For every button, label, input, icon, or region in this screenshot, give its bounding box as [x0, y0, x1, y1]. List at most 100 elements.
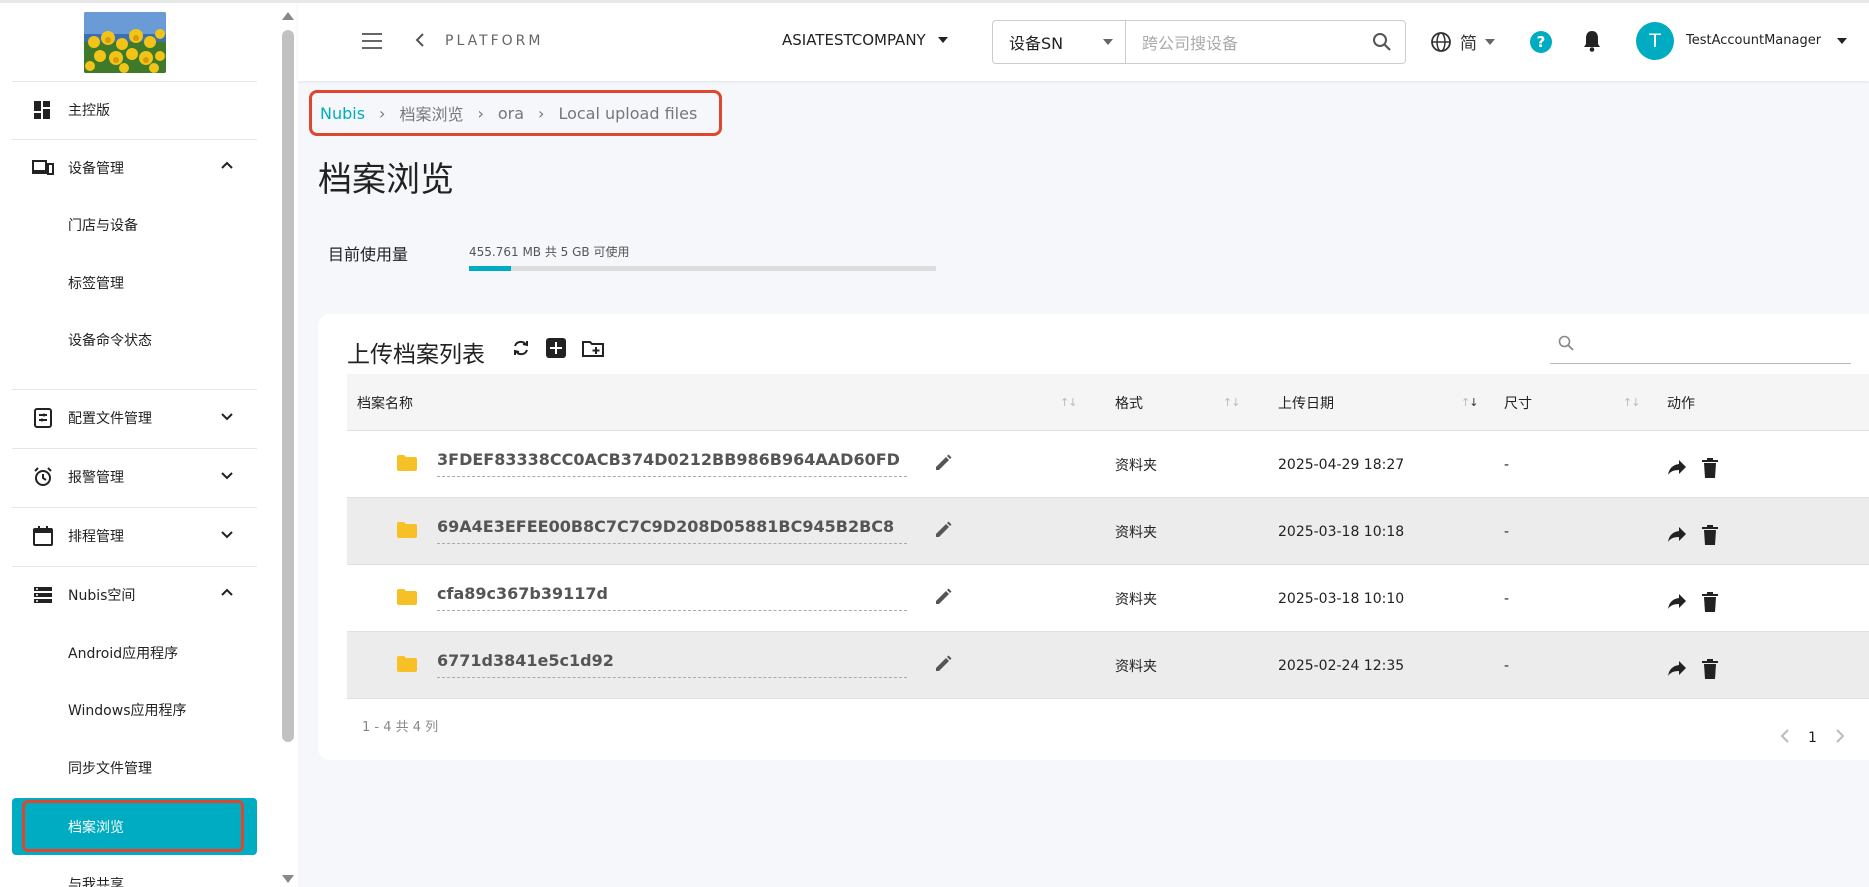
share-arrow-icon[interactable] — [1667, 459, 1687, 479]
pagination: 1 — [1780, 728, 1845, 748]
file-name-field[interactable]: 3FDEF83338CC0ACB374D0212BB986B964AAD60FD — [437, 443, 907, 477]
top-rule — [0, 0, 1869, 3]
sidebar-item-label: 设备管理 — [68, 161, 124, 177]
sidebar-item-nubis-space[interactable]: Nubis空间 — [12, 573, 257, 617]
usage-progress-fill — [469, 266, 511, 271]
column-header-format[interactable]: 格式 — [1115, 374, 1143, 431]
sidebar-item-label: 排程管理 — [68, 529, 124, 545]
upload-date: 2025-03-18 10:18 — [1278, 523, 1405, 540]
table-row[interactable]: 3FDEF83338CC0ACB374D0212BB986B964AAD60FD… — [347, 431, 1869, 498]
scroll-up-arrow-icon[interactable] — [282, 12, 294, 20]
sidebar-item-android-apps[interactable]: Android应用程序 — [12, 631, 257, 675]
sidebar-item-command-status[interactable]: 设备命令状态 — [12, 318, 257, 362]
delete-trash-icon[interactable] — [1702, 659, 1718, 683]
table-filter-input[interactable] — [1550, 322, 1851, 364]
scrollbar-thumb[interactable] — [282, 30, 294, 742]
table-row[interactable]: cfa89c367b39117d 资料夹 2025-03-18 10:10 - — [347, 565, 1869, 632]
breadcrumb-item[interactable]: 档案浏览 — [399, 101, 463, 125]
sidebar-item-file-browser[interactable]: 档案浏览 — [12, 798, 257, 855]
chevron-left-icon[interactable] — [414, 32, 426, 52]
edit-pencil-icon[interactable] — [934, 588, 952, 610]
column-header-name[interactable]: 档案名称 — [357, 374, 413, 431]
avatar-initial: T — [1649, 30, 1661, 52]
sort-icon[interactable]: ↑↓ — [1223, 396, 1240, 409]
pagination-info: 1 - 4 共 4 列 — [362, 720, 439, 735]
share-arrow-icon[interactable] — [1667, 526, 1687, 546]
sort-desc-icon[interactable]: ↑↓ — [1461, 396, 1478, 409]
sidebar-item-tag-management[interactable]: 标签管理 — [12, 261, 257, 305]
file-name: cfa89c367b39117d — [437, 584, 608, 603]
table-row[interactable]: 69A4E3EFEE00B8C7C7C9D208D05881BC945B2BC8… — [347, 498, 1869, 565]
create-folder-icon[interactable] — [582, 339, 604, 361]
share-arrow-icon[interactable] — [1667, 660, 1687, 680]
delete-trash-icon[interactable] — [1702, 525, 1718, 549]
user-menu[interactable]: TestAccountManager — [1686, 33, 1848, 48]
sidebar-item-config-files[interactable]: 配置文件管理 — [12, 396, 257, 440]
share-arrow-icon[interactable] — [1667, 593, 1687, 613]
sidebar-item-stores-devices[interactable]: 门店与设备 — [12, 203, 257, 247]
edit-pencil-icon[interactable] — [934, 521, 952, 543]
add-file-icon[interactable] — [546, 338, 566, 362]
sidebar-item-alarm-management[interactable]: 报警管理 — [12, 455, 257, 499]
sidebar-item-label: 标签管理 — [68, 276, 124, 292]
sidebar-item-device-management[interactable]: 设备管理 — [12, 146, 257, 190]
platform-label[interactable]: PLATFORM — [445, 33, 543, 49]
next-page-icon[interactable] — [1835, 728, 1845, 748]
file-name: 69A4E3EFEE00B8C7C7C9D208D05881BC945B2BC8 — [437, 517, 895, 536]
usage-text: 455.761 MB 共 5 GB 可使用 — [469, 245, 630, 259]
scroll-down-arrow-icon[interactable] — [282, 875, 294, 883]
prev-page-icon[interactable] — [1780, 728, 1790, 748]
breadcrumb: Nubis › 档案浏览 › ora › Local upload files — [309, 90, 722, 136]
delete-trash-icon[interactable] — [1702, 592, 1718, 616]
caret-down-icon — [1485, 38, 1495, 45]
device-search: 设备SN 跨公司搜设备 — [992, 20, 1406, 64]
file-name-field[interactable]: cfa89c367b39117d — [437, 577, 907, 611]
search-type-select[interactable]: 设备SN — [993, 21, 1126, 63]
sidebar-item-sync-files[interactable]: 同步文件管理 — [12, 746, 257, 790]
sidebar-item-label: 与我共享 — [68, 877, 124, 887]
sidebar-item-label: 门店与设备 — [68, 218, 138, 234]
sidebar-item-shared-with-me[interactable]: 与我共享 — [12, 862, 257, 887]
breadcrumb-item[interactable]: ora — [498, 104, 524, 123]
column-header-date[interactable]: 上传日期 — [1278, 374, 1334, 431]
edit-pencil-icon[interactable] — [934, 655, 952, 677]
breadcrumb-item[interactable]: Nubis — [320, 104, 365, 123]
company-selector[interactable]: ASIATESTCOMPANY — [782, 31, 948, 49]
page-title: 档案浏览 — [318, 160, 454, 200]
chevron-down-icon — [221, 410, 233, 426]
hamburger-menu-icon[interactable] — [362, 33, 382, 49]
folder-icon — [397, 522, 417, 542]
calendar-icon — [28, 514, 58, 558]
sort-icon[interactable]: ↑↓ — [1623, 396, 1640, 409]
chevron-up-icon — [221, 160, 233, 176]
sidebar-item-label: 档案浏览 — [68, 819, 124, 836]
sidebar-scrollbar[interactable] — [278, 0, 298, 887]
language-selector[interactable]: 简 — [1430, 29, 1495, 54]
help-icon[interactable]: ? — [1530, 31, 1552, 53]
search-icon[interactable] — [1359, 21, 1405, 63]
search-placeholder: 跨公司搜设备 — [1142, 34, 1239, 53]
search-input[interactable]: 跨公司搜设备 — [1126, 21, 1359, 63]
sidebar-item-label: 设备命令状态 — [68, 333, 152, 349]
avatar[interactable]: T — [1636, 22, 1674, 60]
edit-pencil-icon[interactable] — [934, 454, 952, 476]
language-label: 简 — [1460, 34, 1477, 54]
sidebar-item-schedule-management[interactable]: 排程管理 — [12, 514, 257, 558]
refresh-icon[interactable] — [512, 339, 530, 361]
sort-icon[interactable]: ↑↓ — [1060, 396, 1077, 409]
sidebar-item-windows-apps[interactable]: Windows应用程序 — [12, 688, 257, 732]
table-row[interactable]: 6771d3841e5c1d92 资料夹 2025-02-24 12:35 - — [347, 632, 1869, 699]
file-name-field[interactable]: 69A4E3EFEE00B8C7C7C9D208D05881BC945B2BC8 — [437, 510, 907, 544]
delete-trash-icon[interactable] — [1702, 458, 1718, 482]
card-title: 上传档案列表 — [347, 342, 485, 368]
page-number[interactable]: 1 — [1808, 730, 1817, 746]
folder-icon — [397, 656, 417, 676]
column-header-size[interactable]: 尺寸 — [1504, 374, 1532, 431]
usage-label: 目前使用量 — [328, 245, 409, 264]
file-size: - — [1504, 523, 1510, 540]
file-name: 6771d3841e5c1d92 — [437, 651, 614, 670]
notification-bell-icon[interactable] — [1583, 30, 1601, 56]
file-name-field[interactable]: 6771d3841e5c1d92 — [437, 644, 907, 678]
username: TestAccountManager — [1686, 33, 1822, 48]
sidebar-item-dashboard[interactable]: 主控版 — [12, 88, 257, 132]
